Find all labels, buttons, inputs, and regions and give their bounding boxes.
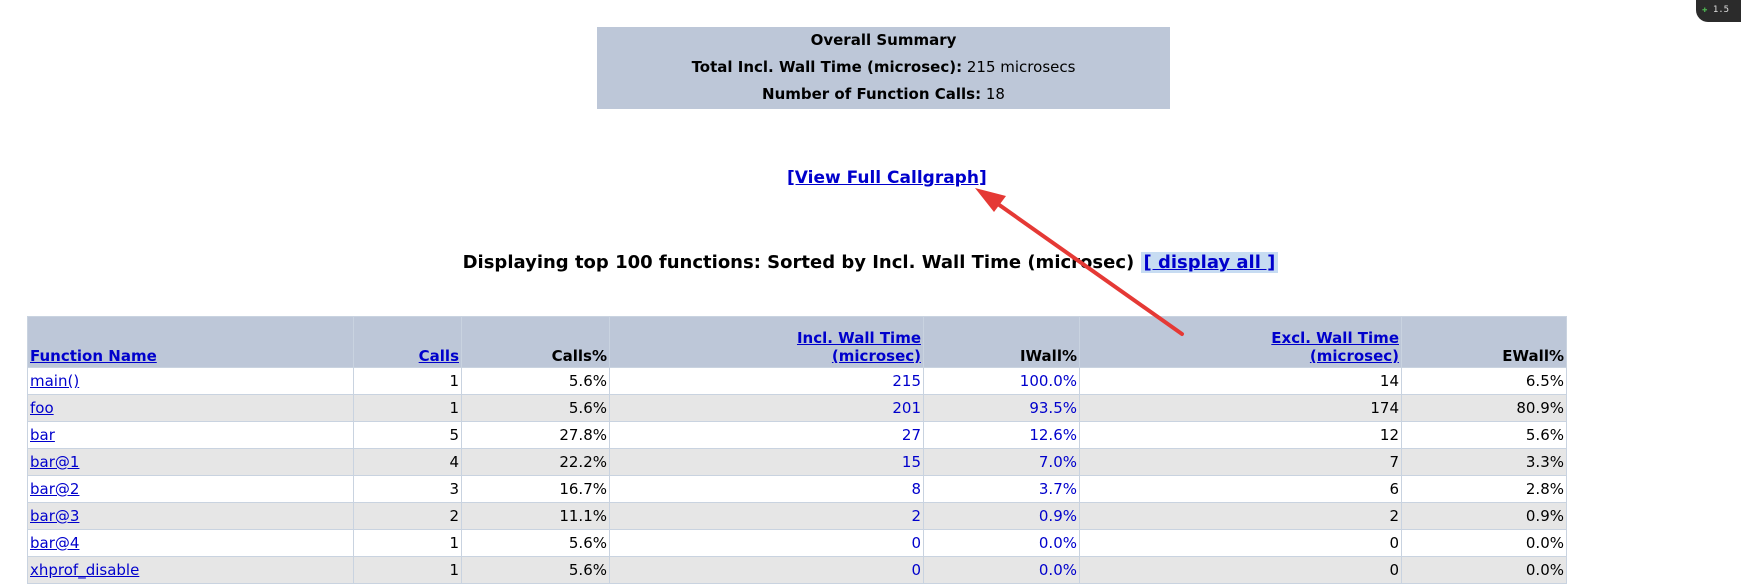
calls-cell: 1 xyxy=(353,556,462,584)
calls-pct-cell: 27.8% xyxy=(461,421,610,449)
incl-wall-cell: 0 xyxy=(609,556,924,584)
display-all-link[interactable]: [ display all ] xyxy=(1140,252,1279,273)
calls-pct-cell: 5.6% xyxy=(461,556,610,584)
function-name-link[interactable]: bar@4 xyxy=(27,529,354,557)
table-header-row: Function Name Calls Calls% Incl. Wall Ti… xyxy=(27,316,1567,368)
calls-cell: 1 xyxy=(353,394,462,422)
excl-wall-cell: 14 xyxy=(1079,367,1402,395)
calls-cell: 2 xyxy=(353,502,462,530)
function-name-text[interactable]: bar@3 xyxy=(30,507,79,525)
calls-cell: 5 xyxy=(353,421,462,449)
excl-wall-cell: 0 xyxy=(1079,529,1402,557)
calls-pct-cell: 11.1% xyxy=(461,502,610,530)
function-name-link[interactable]: bar@1 xyxy=(27,448,354,476)
functions-table: Function Name Calls Calls% Incl. Wall Ti… xyxy=(27,316,1567,584)
incl-wall-cell: 27 xyxy=(609,421,924,449)
iwall-pct-cell: 0.0% xyxy=(923,529,1080,557)
header-excl-wall-time[interactable]: Excl. Wall Time (microsec) xyxy=(1079,316,1402,368)
header-incl-wall-time[interactable]: Incl. Wall Time (microsec) xyxy=(609,316,924,368)
ewall-pct-cell: 80.9% xyxy=(1401,394,1567,422)
function-calls-label: Number of Function Calls: xyxy=(762,85,982,103)
excl-wall-cell: 0 xyxy=(1079,556,1402,584)
iwall-pct-cell: 0.0% xyxy=(923,556,1080,584)
ewall-pct-cell: 0.0% xyxy=(1401,529,1567,557)
summary-title: Overall Summary xyxy=(810,31,957,49)
function-name-text[interactable]: bar@4 xyxy=(30,534,79,552)
excl-wall-cell: 7 xyxy=(1079,448,1402,476)
ewall-pct-cell: 0.9% xyxy=(1401,502,1567,530)
excl-wall-cell: 174 xyxy=(1079,394,1402,422)
function-calls-value: 18 xyxy=(985,85,1005,103)
incl-wall-cell: 8 xyxy=(609,475,924,503)
function-name-text[interactable]: bar xyxy=(30,426,55,444)
function-name-link[interactable]: xhprof_disable xyxy=(27,556,354,584)
function-name-link[interactable]: foo xyxy=(27,394,354,422)
calls-pct-cell: 16.7% xyxy=(461,475,610,503)
calls-cell: 3 xyxy=(353,475,462,503)
function-name-link[interactable]: bar xyxy=(27,421,354,449)
display-heading: Displaying top 100 functions: Sorted by … xyxy=(0,252,1741,273)
incl-wall-cell: 15 xyxy=(609,448,924,476)
header-ewall-pct: EWall% xyxy=(1401,316,1567,368)
calls-cell: 1 xyxy=(353,367,462,395)
calls-pct-cell: 22.2% xyxy=(461,448,610,476)
header-iwall-pct: IWall% xyxy=(923,316,1080,368)
function-name-link[interactable]: main() xyxy=(27,367,354,395)
header-function-name[interactable]: Function Name xyxy=(27,316,354,368)
summary-function-calls: Number of Function Calls: 18 xyxy=(597,81,1170,108)
ewall-pct-cell: 3.3% xyxy=(1401,448,1567,476)
corner-badge[interactable]: ✚ 1.5 xyxy=(1696,0,1741,22)
excl-wall-cell: 2 xyxy=(1079,502,1402,530)
table-row: foo 1 5.6% 201 93.5% 174 80.9% xyxy=(27,394,1567,422)
table-row: bar@2 3 16.7% 8 3.7% 6 2.8% xyxy=(27,475,1567,503)
iwall-pct-cell: 12.6% xyxy=(923,421,1080,449)
incl-wall-cell: 2 xyxy=(609,502,924,530)
table-row: bar@1 4 22.2% 15 7.0% 7 3.3% xyxy=(27,448,1567,476)
iwall-pct-cell: 100.0% xyxy=(923,367,1080,395)
table-row: bar@4 1 5.6% 0 0.0% 0 0.0% xyxy=(27,529,1567,557)
table-row: main() 1 5.6% 215 100.0% 14 6.5% xyxy=(27,367,1567,395)
wall-time-label: Total Incl. Wall Time (microsec): xyxy=(691,58,963,76)
overall-summary: Overall Summary Total Incl. Wall Time (m… xyxy=(597,27,1170,109)
function-name-text[interactable]: bar@1 xyxy=(30,453,79,471)
function-name-link[interactable]: bar@3 xyxy=(27,502,354,530)
wall-time-value: 215 microsecs xyxy=(966,58,1076,76)
function-name-text[interactable]: main() xyxy=(30,372,79,390)
view-full-callgraph-link[interactable]: [View Full Callgraph] xyxy=(787,168,987,188)
ewall-pct-cell: 0.0% xyxy=(1401,556,1567,584)
iwall-pct-cell: 0.9% xyxy=(923,502,1080,530)
function-name-text[interactable]: bar@2 xyxy=(30,480,79,498)
ewall-pct-cell: 2.8% xyxy=(1401,475,1567,503)
function-name-text[interactable]: foo xyxy=(30,399,54,417)
table-row: bar 5 27.8% 27 12.6% 12 5.6% xyxy=(27,421,1567,449)
display-heading-text: Displaying top 100 functions: Sorted by … xyxy=(462,252,1135,273)
ewall-pct-cell: 5.6% xyxy=(1401,421,1567,449)
incl-wall-cell: 201 xyxy=(609,394,924,422)
incl-wall-cell: 0 xyxy=(609,529,924,557)
calls-pct-cell: 5.6% xyxy=(461,367,610,395)
iwall-pct-cell: 7.0% xyxy=(923,448,1080,476)
table-row: bar@3 2 11.1% 2 0.9% 2 0.9% xyxy=(27,502,1567,530)
ewall-pct-cell: 6.5% xyxy=(1401,367,1567,395)
incl-wall-cell: 215 xyxy=(609,367,924,395)
calls-pct-cell: 5.6% xyxy=(461,529,610,557)
excl-wall-cell: 12 xyxy=(1079,421,1402,449)
iwall-pct-cell: 93.5% xyxy=(923,394,1080,422)
summary-wall-time: Total Incl. Wall Time (microsec): 215 mi… xyxy=(597,54,1170,81)
header-calls-pct: Calls% xyxy=(461,316,610,368)
calls-pct-cell: 5.6% xyxy=(461,394,610,422)
plus-icon: ✚ xyxy=(1702,5,1708,15)
table-row: xhprof_disable 1 5.6% 0 0.0% 0 0.0% xyxy=(27,556,1567,584)
calls-cell: 4 xyxy=(353,448,462,476)
header-calls[interactable]: Calls xyxy=(353,316,462,368)
corner-badge-text: 1.5 xyxy=(1712,5,1730,15)
function-name-text[interactable]: xhprof_disable xyxy=(30,561,139,579)
iwall-pct-cell: 3.7% xyxy=(923,475,1080,503)
calls-cell: 1 xyxy=(353,529,462,557)
function-name-link[interactable]: bar@2 xyxy=(27,475,354,503)
excl-wall-cell: 6 xyxy=(1079,475,1402,503)
